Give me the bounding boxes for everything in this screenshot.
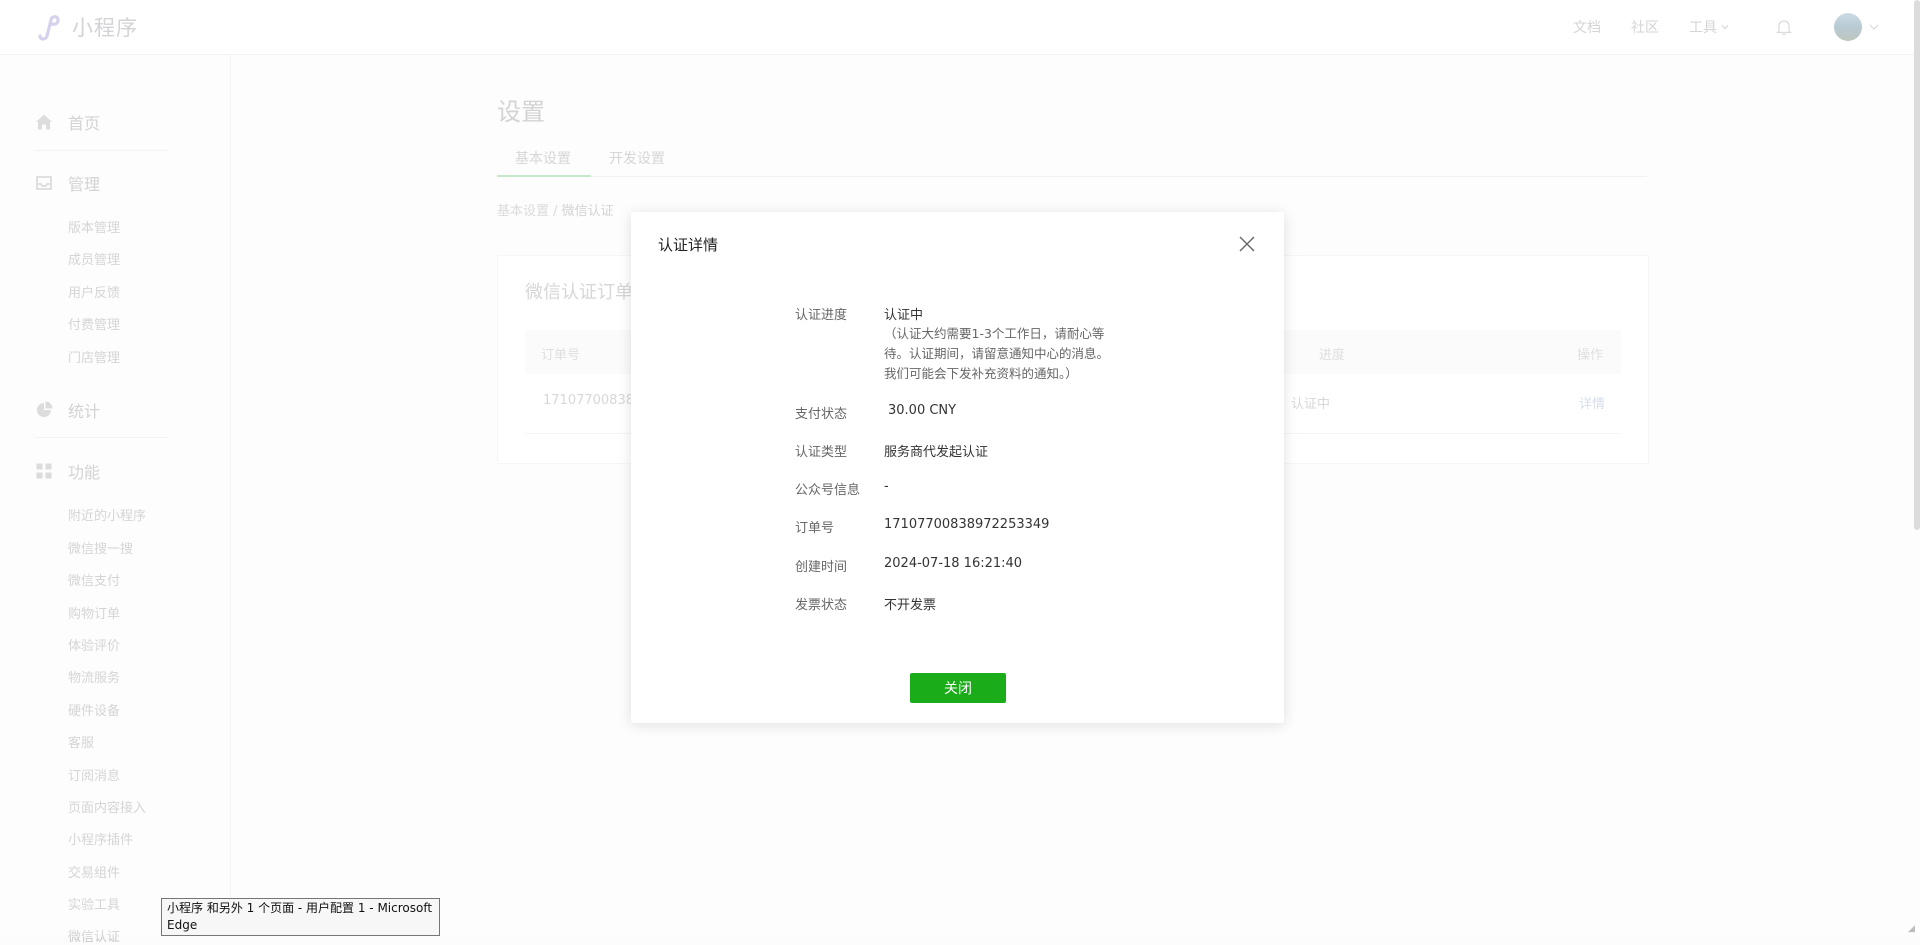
page-scrollbar[interactable] bbox=[1914, 0, 1920, 530]
close-button[interactable]: 关闭 bbox=[910, 673, 1006, 703]
browser-tooltip: 小程序 和另外 1 个页面 - 用户配置 1 - Microsoft Edge bbox=[161, 898, 440, 936]
progress-note: （认证大约需要1-3个工作日，请耐心等待。认证期间，请留意通知中心的消息。我们可… bbox=[884, 326, 1110, 381]
dialog-title: 认证详情 bbox=[658, 236, 719, 254]
label-progress: 认证进度 bbox=[795, 308, 848, 323]
label-created: 创建时间 bbox=[795, 560, 848, 575]
label-account: 公众号信息 bbox=[795, 483, 861, 498]
value-account: - bbox=[884, 479, 889, 494]
label-order-number: 订单号 bbox=[795, 521, 835, 536]
value-invoice: 不开发票 bbox=[884, 598, 937, 613]
verify-detail-dialog: 认证详情 认证进度 认证中 （认证大约需要1-3个工作日，请耐心等待。认证期间，… bbox=[631, 212, 1284, 723]
close-icon[interactable] bbox=[1237, 234, 1257, 254]
value-type: 服务商代发起认证 bbox=[884, 445, 989, 460]
resize-corner-icon: ◢ bbox=[1908, 924, 1915, 934]
value-payment: 30.00 CNY bbox=[888, 403, 957, 418]
value-created: 2024-07-18 16:21:40 bbox=[884, 556, 1023, 571]
value-order-number: 17107700838972253349 bbox=[884, 517, 1050, 532]
label-type: 认证类型 bbox=[795, 445, 848, 460]
label-invoice: 发票状态 bbox=[795, 598, 848, 613]
label-payment: 支付状态 bbox=[795, 407, 848, 422]
value-progress: 认证中 bbox=[884, 308, 924, 323]
